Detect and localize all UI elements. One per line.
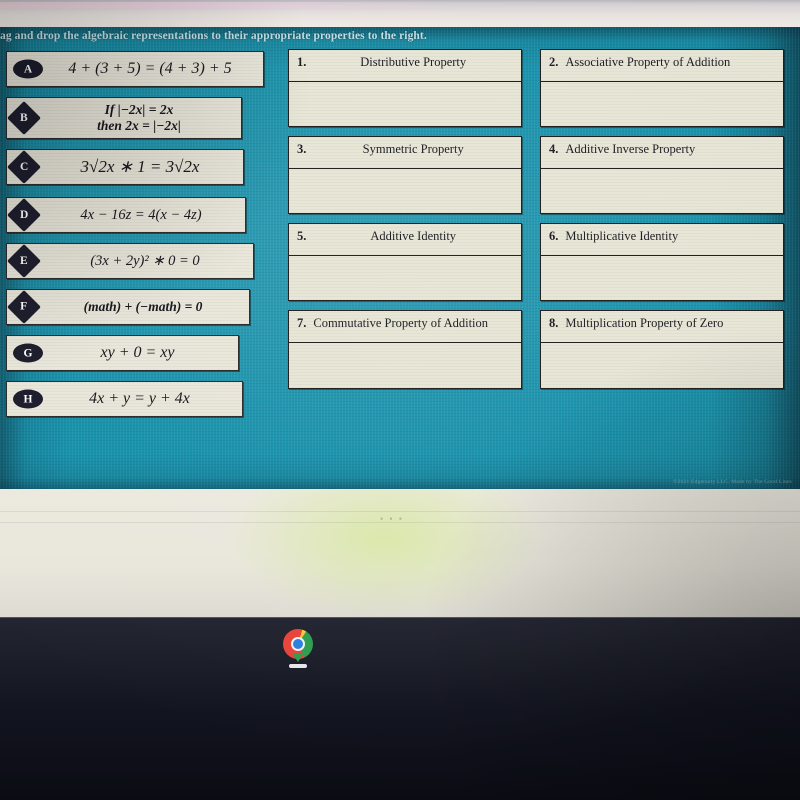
tile-equation-b: If |−2x| = 2x then 2x = |−2x| <box>43 102 241 133</box>
property-header-8: 8. Multiplication Property of Zero <box>541 311 783 343</box>
tile-badge-h: H <box>13 389 43 409</box>
tile-badge-c: C <box>7 150 41 184</box>
tile-equation-b-line1: If |−2x| = 2x <box>104 102 174 118</box>
property-box-4[interactable]: 4. Additive Inverse Property <box>540 136 784 214</box>
property-dropzone-3[interactable] <box>289 169 521 213</box>
tile-equation-h: 4x + y = y + 4x <box>89 389 190 407</box>
property-label-8: Multiplication Property of Zero <box>565 316 724 330</box>
property-dropzone-6[interactable] <box>541 256 783 300</box>
draggable-tiles-column: A 4 + (3 + 5) = (4 + 3) + 5 B If |−2x| =… <box>6 51 264 427</box>
draggable-tile-a[interactable]: A 4 + (3 + 5) = (4 + 3) + 5 <box>6 51 264 87</box>
page-whitespace-below: • • • <box>0 489 800 617</box>
property-header-2: 2. Associative Property of Addition <box>541 50 783 82</box>
property-header-1: 1. Distributive Property <box>289 50 521 82</box>
property-header-7: 7. Commutative Property of Addition <box>289 311 521 343</box>
laptop-screen-photo: ag and drop the algebraic representation… <box>0 0 800 800</box>
tile-equation-b-line2: then 2x = |−2x| <box>97 118 181 133</box>
property-number-3: 3. <box>297 142 307 156</box>
property-box-3[interactable]: 3. Symmetric Property <box>288 136 522 214</box>
tile-badge-f: F <box>7 290 41 324</box>
property-dropzone-8[interactable] <box>541 343 783 388</box>
property-box-5[interactable]: 5. Additive Identity <box>288 223 522 301</box>
property-number-7: 7. <box>297 316 307 330</box>
tile-badge-g: G <box>13 343 43 363</box>
property-header-6: 6. Multiplicative Identity <box>541 224 783 256</box>
worksheet-canvas: ag and drop the algebraic representation… <box>0 27 800 489</box>
screen-scanline <box>0 511 800 512</box>
shelf-top-edge <box>0 617 800 618</box>
property-dropzone-5[interactable] <box>289 256 521 300</box>
instructions-text: ag and drop the algebraic representation… <box>0 30 427 42</box>
draggable-tile-e[interactable]: E (3x + 2y)² ∗ 0 = 0 <box>6 243 254 279</box>
property-header-5: 5. Additive Identity <box>289 224 521 256</box>
chrome-active-indicator <box>289 664 307 668</box>
draggable-tile-f[interactable]: F (math) + (−math) = 0 <box>6 289 250 325</box>
chromeos-shelf <box>0 617 800 800</box>
property-label-2: Associative Property of Addition <box>565 55 731 69</box>
copyright-text: ©2021 Edgenuity LLC. Made by The Good Li… <box>673 479 792 485</box>
property-number-2: 2. <box>549 55 559 69</box>
draggable-tile-c[interactable]: C 3√2x ∗ 1 = 3√2x <box>6 149 244 185</box>
tile-badge-e: E <box>7 244 41 278</box>
property-dropzone-4[interactable] <box>541 169 783 213</box>
property-number-1: 1. <box>297 55 307 69</box>
property-label-5: Additive Identity <box>370 229 457 243</box>
property-box-2[interactable]: 2. Associative Property of Addition <box>540 49 784 127</box>
property-number-4: 4. <box>549 142 559 156</box>
property-box-8[interactable]: 8. Multiplication Property of Zero <box>540 310 784 389</box>
property-header-4: 4. Additive Inverse Property <box>541 137 783 169</box>
browser-chrome-strip <box>0 0 800 27</box>
property-label-6: Multiplicative Identity <box>565 229 679 243</box>
property-dropzones-grid: 1. Distributive Property 2. Associative … <box>288 49 788 389</box>
property-label-4: Additive Inverse Property <box>565 142 696 156</box>
chrome-icon-center <box>291 637 305 651</box>
property-number-8: 8. <box>549 316 559 330</box>
tile-equation-g: xy + 0 = xy <box>100 343 175 361</box>
page-ellipsis: • • • <box>380 514 404 524</box>
tile-equation-a: 4 + (3 + 5) = (4 + 3) + 5 <box>68 59 232 77</box>
draggable-tile-d[interactable]: D 4x − 16z = 4(x − 4z) <box>6 197 246 233</box>
property-label-3: Symmetric Property <box>362 142 464 156</box>
tile-equation-d: 4x − 16z = 4(x − 4z) <box>80 206 202 223</box>
property-dropzone-1[interactable] <box>289 82 521 126</box>
property-box-6[interactable]: 6. Multiplicative Identity <box>540 223 784 301</box>
tile-badge-d: D <box>7 198 41 232</box>
tile-badge-b: B <box>7 101 41 135</box>
property-box-7[interactable]: 7. Commutative Property of Addition <box>288 310 522 389</box>
property-number-6: 6. <box>549 229 559 243</box>
tile-equation-f: (math) + (−math) = 0 <box>83 299 203 315</box>
draggable-tile-g[interactable]: G xy + 0 = xy <box>6 335 239 371</box>
property-label-7: Commutative Property of Addition <box>313 316 489 330</box>
tile-equation-c: 3√2x ∗ 1 = 3√2x <box>80 157 200 177</box>
property-label-1: Distributive Property <box>360 55 467 69</box>
property-header-3: 3. Symmetric Property <box>289 137 521 169</box>
chrome-icon[interactable] <box>283 629 313 662</box>
draggable-tile-h[interactable]: H 4x + y = y + 4x <box>6 381 243 417</box>
property-dropzone-7[interactable] <box>289 343 521 388</box>
property-box-1[interactable]: 1. Distributive Property <box>288 49 522 127</box>
tile-equation-e: (3x + 2y)² ∗ 0 = 0 <box>90 252 200 269</box>
property-number-5: 5. <box>297 229 307 243</box>
tile-badge-a: A <box>13 59 43 79</box>
property-dropzone-2[interactable] <box>541 82 783 126</box>
draggable-tile-b[interactable]: B If |−2x| = 2x then 2x = |−2x| <box>6 97 242 139</box>
